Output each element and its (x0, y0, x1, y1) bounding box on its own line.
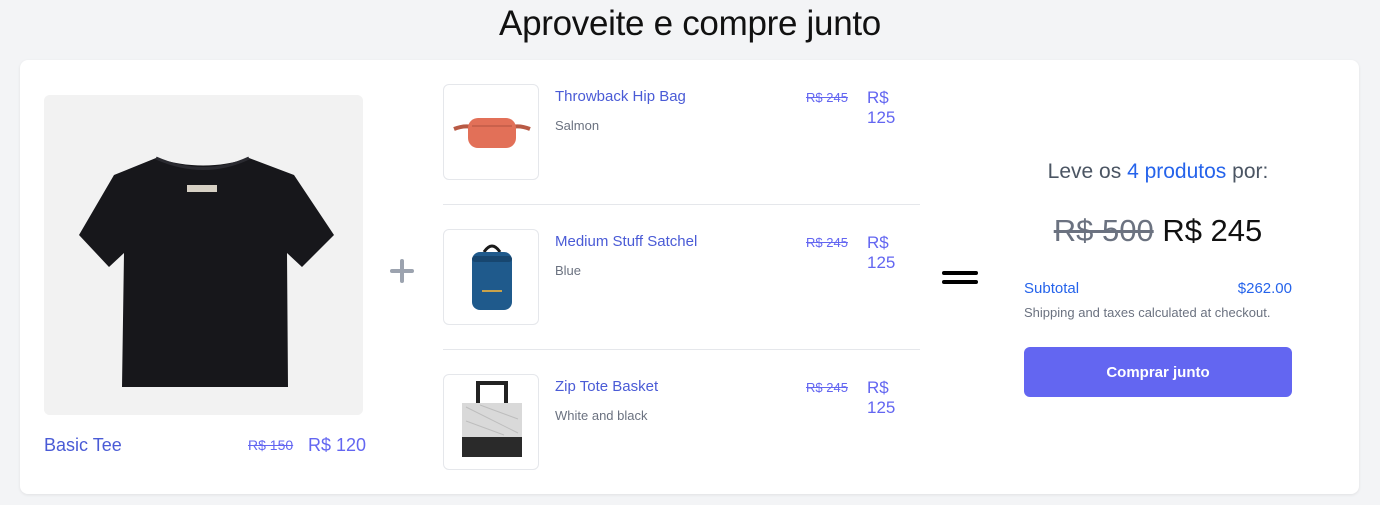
item-name[interactable]: Medium Stuff Satchel (555, 233, 697, 250)
page-title: Aproveite e compre junto (499, 4, 881, 43)
item-new-price: R$ 125 (867, 378, 896, 417)
subtotal-label: Subtotal (1024, 280, 1080, 297)
main-product-image[interactable] (44, 95, 363, 415)
old-total-price: R$ 500 (1053, 213, 1154, 248)
tote-basket-image (462, 381, 522, 457)
buy-together-button[interactable]: Comprar junto (1024, 347, 1292, 397)
item-thumbnail[interactable] (443, 229, 539, 325)
item-thumbnail[interactable] (443, 374, 539, 470)
offer-suffix: por: (1232, 160, 1269, 183)
offer-highlight: 4 produtos (1127, 160, 1227, 183)
item-new-price: R$ 125 (867, 88, 896, 127)
item-old-price: R$ 245 (806, 235, 848, 250)
item-name[interactable]: Zip Tote Basket (555, 378, 658, 395)
item-variant: White and black (555, 408, 648, 423)
bundle-summary: Leve os 4 produtos por: R$ 500 R$ 245 Su… (1024, 60, 1292, 494)
main-product-new-price: R$ 120 (308, 435, 367, 455)
item-new-price: R$ 125 (867, 233, 896, 272)
main-product-name[interactable]: Basic Tee (44, 435, 122, 456)
offer-prefix: Leve os (1047, 160, 1122, 183)
new-total-price: R$ 245 (1162, 213, 1263, 248)
item-variant: Salmon (555, 118, 600, 133)
item-old-price: R$ 245 (806, 380, 848, 395)
blue-satchel-image (472, 244, 512, 310)
bundle-card: Basic Tee R$ 150 R$ 120 Throwback Hip Ba… (20, 60, 1359, 494)
black-tshirt-image (44, 95, 363, 415)
bundle-item: Throwback Hip Bag Salmon R$ 245 R$ 125 (443, 84, 920, 181)
main-product-old-price: R$ 150 (248, 437, 294, 453)
subtotal-value: $262.00 (1237, 280, 1292, 297)
item-thumbnail[interactable] (443, 84, 539, 180)
shipping-note: Shipping and taxes calculated at checkou… (1024, 305, 1271, 320)
divider (443, 349, 920, 350)
equals-icon (942, 270, 978, 286)
item-old-price: R$ 245 (806, 90, 848, 105)
bundle-item: Zip Tote Basket White and black R$ 245 R… (443, 374, 920, 471)
item-name[interactable]: Throwback Hip Bag (555, 88, 686, 105)
total-price: R$ 500 R$ 245 (1004, 213, 1312, 249)
divider (443, 204, 920, 205)
offer-text: Leve os 4 produtos por: (1004, 160, 1312, 184)
item-variant: Blue (555, 263, 582, 278)
salmon-hip-bag-image (453, 118, 531, 148)
plus-icon (387, 256, 417, 286)
bundle-item: Medium Stuff Satchel Blue R$ 245 R$ 125 (443, 229, 920, 326)
